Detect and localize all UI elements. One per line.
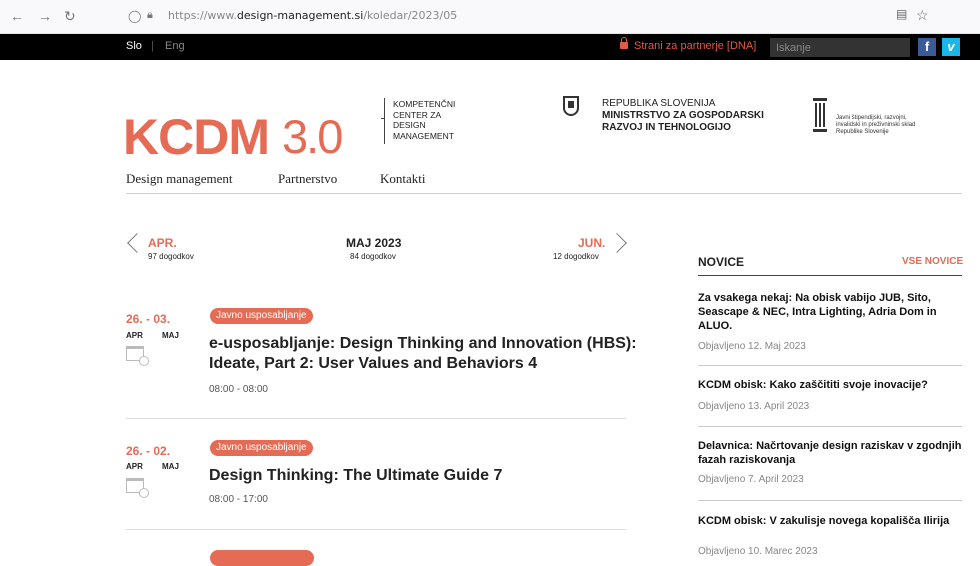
lang-separator: | (151, 40, 154, 52)
event-tag[interactable]: Javno usposabljanje (210, 440, 313, 456)
prev-month-count: 97 dogodkov (148, 252, 194, 261)
browser-chrome: ← → ↻ ◯ 🔒︎ https://www.design-management… (0, 0, 980, 34)
search-input[interactable] (770, 38, 910, 57)
event-date-range: 26. - 03. (126, 312, 171, 326)
news-divider (698, 500, 962, 501)
news-item-title[interactable]: Za vsakega nekaj: Na obisk vabijo JUB, S… (698, 291, 962, 333)
reader-view-icon[interactable]: ▤ (896, 7, 907, 21)
back-icon[interactable]: ← (10, 8, 24, 24)
add-to-calendar-icon[interactable] (126, 346, 149, 366)
logo-brace (381, 98, 392, 144)
bookmark-star-icon[interactable]: ☆ (916, 7, 929, 24)
news-item-title[interactable]: Delavnica: Načrtovanje design raziskav v… (698, 439, 962, 467)
ministry-logo[interactable]: REPUBLIKA SLOVENIJA MINISTRSTVO ZA GOSPO… (602, 98, 764, 134)
nav-design-management[interactable]: Design management (126, 171, 233, 187)
url-bar[interactable]: https://www.design-management.si/koledar… (168, 9, 457, 22)
news-divider (698, 426, 962, 427)
vimeo-icon[interactable]: v (942, 38, 960, 56)
event-time: 08:00 - 17:00 (209, 494, 268, 505)
reload-icon[interactable]: ↻ (64, 8, 76, 25)
news-divider (698, 275, 962, 276)
logo-sub-line: MANAGEMENT (393, 130, 454, 141)
event-time: 08:00 - 08:00 (209, 384, 268, 395)
event-month-end: MAJ (162, 462, 179, 471)
gov-line: REPUBLIKA SLOVENIJA (602, 98, 716, 109)
nav-kontakti[interactable]: Kontakti (380, 171, 426, 187)
news-item-title[interactable]: KCDM obisk: V zakulisje novega kopališča… (698, 514, 962, 528)
lang-slo-link[interactable]: Slo (126, 40, 142, 52)
event-divider (126, 418, 626, 419)
fund-column-icon (813, 98, 827, 132)
gov-line: RAZVOJ IN TEHNOLOGIJO (602, 122, 731, 133)
logo-sub-line: KOMPETENČNI (393, 99, 456, 109)
news-item-date: Objavljeno 7. April 2023 (698, 474, 804, 485)
news-item-date: Objavljeno 12. Maj 2023 (698, 341, 806, 352)
nav-divider (126, 193, 962, 194)
chevron-left-icon[interactable] (127, 233, 147, 253)
partner-link[interactable]: Strani za partnerje [DNA] (620, 37, 757, 52)
event-tag-partial[interactable] (210, 550, 314, 566)
event-month-start: APR (126, 462, 143, 471)
event-tag[interactable]: Javno usposabljanje (210, 308, 313, 324)
all-news-link[interactable]: VSE NOVICE (902, 256, 963, 267)
news-item-title[interactable]: KCDM obisk: Kako zaščititi svoje inovaci… (698, 378, 962, 392)
news-divider (698, 365, 962, 366)
lock-icon[interactable]: 🔒︎ (147, 9, 153, 22)
forward-icon[interactable]: → (38, 8, 52, 24)
news-heading: NOVICE (698, 255, 745, 269)
current-month-label: MAJ 2023 (346, 236, 402, 250)
news-item-date: Objavljeno 13. April 2023 (698, 401, 810, 412)
partner-link-label: Strani za partnerje [DNA] (634, 40, 757, 52)
current-month-count: 84 dogodkov (350, 252, 396, 261)
logo-sub-line: DESIGN (393, 120, 426, 130)
prev-month-label[interactable]: APR. (148, 236, 177, 250)
news-item-date: Objavljeno 10. Marec 2023 (698, 546, 818, 557)
next-month-label[interactable]: JUN. (578, 236, 605, 250)
chevron-right-icon[interactable] (607, 233, 627, 253)
logo-sub-line: CENTER ZA (393, 109, 442, 120)
add-to-calendar-icon[interactable] (126, 478, 149, 498)
event-title[interactable]: Design Thinking: The Ultimate Guide 7 (209, 466, 639, 486)
lock-icon (620, 37, 628, 49)
next-month-count: 12 dogodkov (553, 252, 599, 261)
fund-logo-text[interactable]: Javni štipendijski, razvojni, invalidski… (836, 115, 926, 136)
lang-eng-link[interactable]: Eng (165, 40, 185, 52)
event-date-range: 26. - 02. (126, 444, 171, 458)
logo-kcdm[interactable]: KCDM (123, 112, 270, 162)
logo-subtitle: KOMPETENČNI CENTER ZA DESIGN MANAGEMENT (393, 99, 483, 141)
event-divider (126, 529, 626, 530)
event-month-end: MAJ (162, 331, 179, 340)
logo-version[interactable]: 3.0 (282, 113, 343, 160)
facebook-icon[interactable]: f (918, 38, 936, 56)
nav-partnerstvo[interactable]: Partnerstvo (278, 171, 337, 187)
event-title[interactable]: e-usposabljanje: Design Thinking and Inn… (209, 334, 639, 374)
gov-line: MINISTRSTVO ZA GOSPODARSKI (602, 110, 764, 121)
slovenia-crest-icon (563, 96, 579, 116)
event-month-start: APR (126, 331, 143, 340)
shield-icon[interactable]: ◯ (128, 9, 141, 23)
